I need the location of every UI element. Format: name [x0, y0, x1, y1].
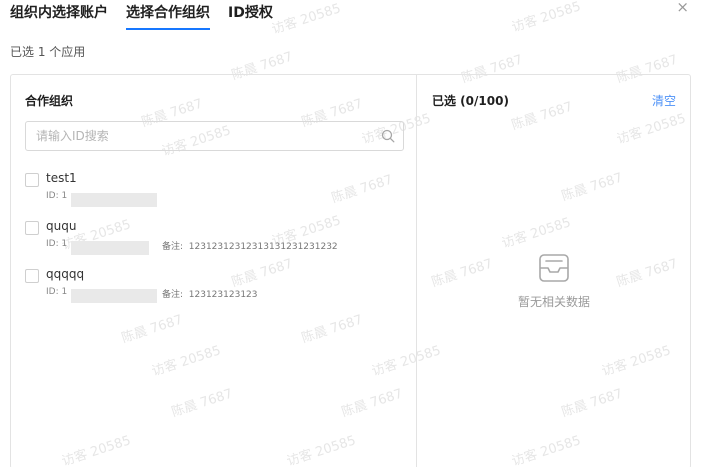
item-remark: 备注: 12312312312313131231231232: [162, 242, 338, 252]
id-redaction: [71, 241, 149, 255]
transfer-panel: 合作组织 test1 ID: 1 ququ ID: 1 备注: 12312312…: [10, 74, 691, 467]
tab-bar: 组织内选择账户 选择合作组织 ID授权: [10, 4, 273, 30]
search-icon[interactable]: [381, 129, 395, 143]
id-redaction: [71, 193, 157, 207]
list-item: ququ ID: 1 备注: 1231231231231313123123123…: [25, 219, 405, 267]
empty-state: 暂无相关数据: [418, 253, 690, 310]
tab-id-authorization[interactable]: ID授权: [228, 4, 273, 30]
search-box: [25, 121, 404, 151]
item-remark: 备注: 123123123123: [162, 290, 258, 300]
partner-org-title: 合作组织: [25, 94, 74, 108]
selected-title: 已选 (0/100): [432, 94, 509, 108]
selected-panel: 已选 (0/100) 清空 暂无相关数据: [418, 75, 690, 467]
item-id: ID: 1: [46, 287, 68, 297]
partner-org-list: test1 ID: 1 ququ ID: 1 备注: 1231231231231…: [25, 171, 405, 315]
watermark: 访客 20585: [510, 0, 583, 36]
list-item: test1 ID: 1: [25, 171, 405, 219]
tab-select-partner-org[interactable]: 选择合作组织: [126, 4, 210, 30]
item-id: ID: 1: [46, 191, 68, 201]
item-checkbox[interactable]: [25, 221, 39, 235]
list-item: qqqqq ID: 1 备注: 123123123123: [25, 267, 405, 315]
item-name: test1: [46, 171, 77, 185]
id-redaction: [71, 289, 157, 303]
item-checkbox[interactable]: [25, 173, 39, 187]
item-checkbox[interactable]: [25, 269, 39, 283]
tab-select-org-accounts[interactable]: 组织内选择账户: [10, 4, 108, 30]
close-icon[interactable]: ×: [676, 0, 689, 15]
inbox-icon: [539, 254, 569, 282]
search-input[interactable]: [26, 122, 366, 150]
item-id: ID: 1: [46, 239, 68, 249]
item-name: ququ: [46, 219, 77, 233]
selected-summary: 已选 1 个应用: [10, 45, 86, 59]
partner-org-panel: 合作组织 test1 ID: 1 ququ ID: 1 备注: 12312312…: [11, 75, 417, 467]
clear-button[interactable]: 清空: [652, 92, 676, 109]
item-name: qqqqq: [46, 267, 85, 281]
watermark: 访客 20585: [270, 1, 343, 38]
empty-text: 暂无相关数据: [517, 295, 590, 309]
